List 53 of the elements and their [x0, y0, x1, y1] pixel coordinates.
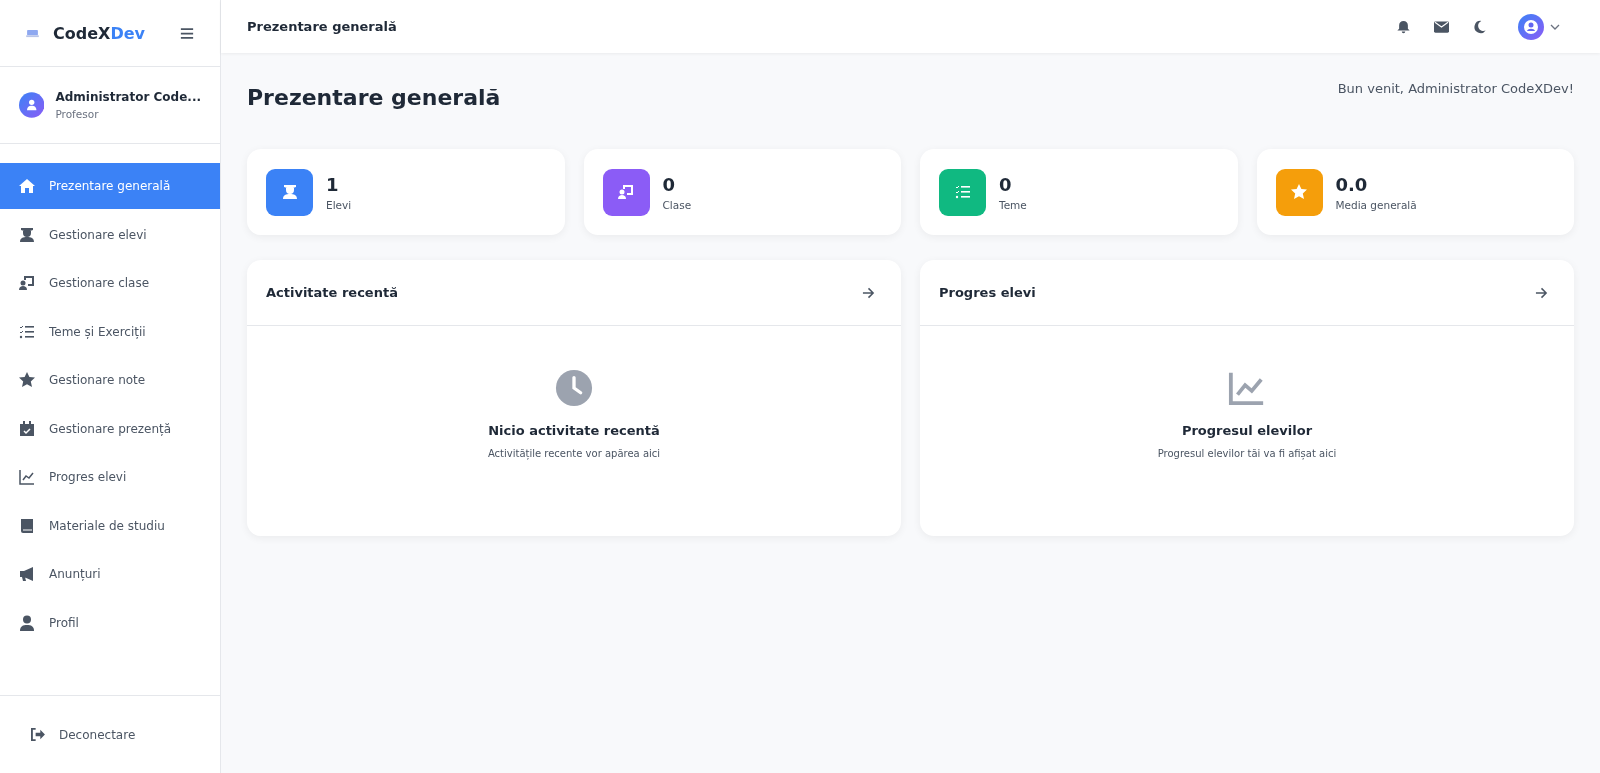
stat-value: 0 [999, 173, 1013, 195]
megaphone-icon [19, 566, 35, 582]
stat-label: Elevi [326, 198, 352, 211]
sidebar-nav-item[interactable]: Progres elevi [0, 454, 220, 500]
presentation-icon [19, 275, 35, 291]
moon-icon[interactable] [1472, 19, 1487, 34]
stat-value: 0.0 [1335, 173, 1369, 195]
panel-title: Progres elevi [939, 285, 1036, 300]
home-icon [19, 178, 35, 194]
book-icon [19, 517, 35, 534]
profile-menu-button[interactable] [1518, 13, 1560, 40]
stat-label: Media generală [1335, 198, 1417, 211]
page-header-title: Prezentare generală [247, 19, 397, 34]
logout-icon [30, 728, 45, 741]
sidebar-nav-item[interactable]: Prezentare generală [0, 163, 220, 209]
arrow-right-icon[interactable] [862, 286, 875, 299]
checklist-icon [19, 323, 35, 340]
empty-state-text: Activitățile recente vor apărea aici [487, 448, 661, 459]
stat-label: Clase [662, 198, 692, 211]
stat-label: Teme [999, 198, 1027, 211]
sidebar-nav-item[interactable]: Gestionare clase [0, 260, 220, 306]
clock-icon [555, 369, 593, 407]
logo-icon [26, 28, 39, 38]
line-chart-icon [19, 469, 35, 485]
caret-icon [1550, 23, 1560, 30]
bell-icon[interactable] [1396, 19, 1411, 34]
sidebar-nav-item[interactable]: Gestionare note [0, 357, 220, 403]
logout-link[interactable]: Deconectare [30, 727, 136, 742]
empty-state-title: Nicio activitate recentă [488, 423, 660, 438]
page-title: Prezentare generală [247, 85, 501, 110]
sidebar-nav-item[interactable]: Materiale de studiu [0, 502, 220, 549]
user-icon [19, 614, 35, 631]
sidebar-nav-item[interactable]: Teme și Exerciții [0, 308, 220, 355]
sidebar-nav-item[interactable]: Gestionare prezență [0, 405, 220, 452]
mail-icon[interactable] [1434, 19, 1449, 34]
sidebar-nav-item[interactable]: Profil [0, 599, 220, 646]
menu-icon[interactable] [180, 26, 194, 40]
sidebar-nav-item[interactable]: Gestionare elevi [0, 211, 220, 258]
star-icon [19, 372, 35, 388]
app-logo[interactable]: CodeXDev [53, 23, 180, 43]
calendar-check-icon [19, 420, 35, 437]
stat-value: 0 [662, 173, 677, 195]
panel-title: Activitate recentă [266, 285, 398, 300]
empty-state-text: Progresul elevilor tăi va fi afișat aici [1157, 448, 1337, 459]
user-role: Profesor [55, 108, 100, 120]
avatar-icon [1518, 13, 1544, 40]
welcome-text: Bun venit, Administrator CodeXDev! [1337, 81, 1574, 96]
stat-value: 1 [326, 173, 340, 195]
arrow-right-icon[interactable] [1535, 286, 1548, 299]
graduate-icon [19, 226, 35, 243]
empty-state-title: Progresul elevilor [1181, 423, 1313, 438]
sidebar-nav-item[interactable]: Anunțuri [0, 551, 220, 597]
user-name: Administrator Code... [55, 90, 201, 104]
